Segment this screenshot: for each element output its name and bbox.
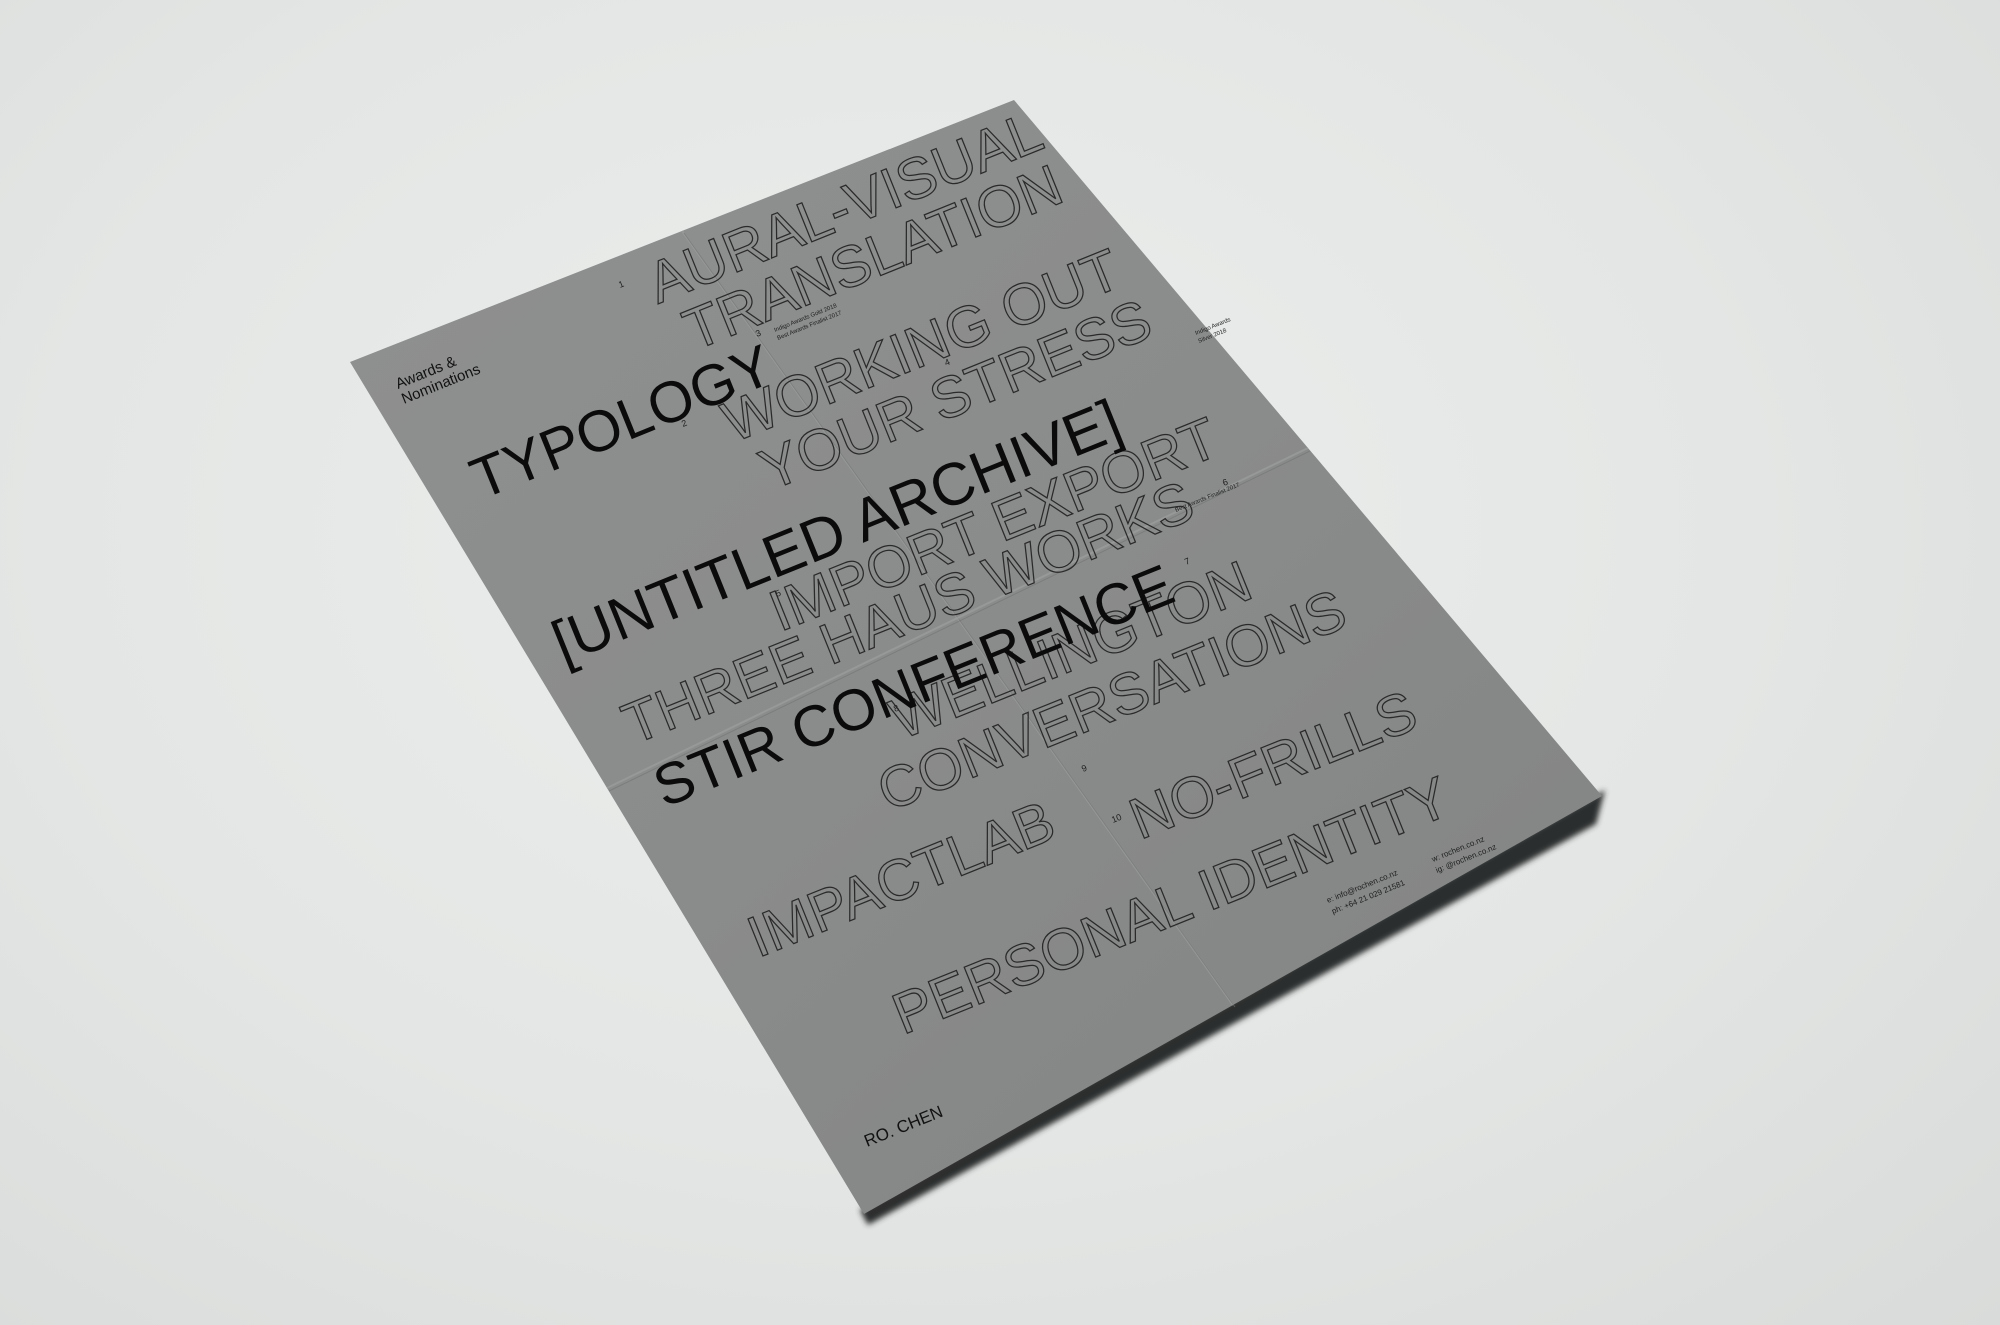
folded-poster-photo: Awards & Nominations AURAL-VISUAL TRANSL… (350, 98, 1605, 1225)
photo-scene: Awards & Nominations AURAL-VISUAL TRANSL… (0, 0, 2000, 1325)
